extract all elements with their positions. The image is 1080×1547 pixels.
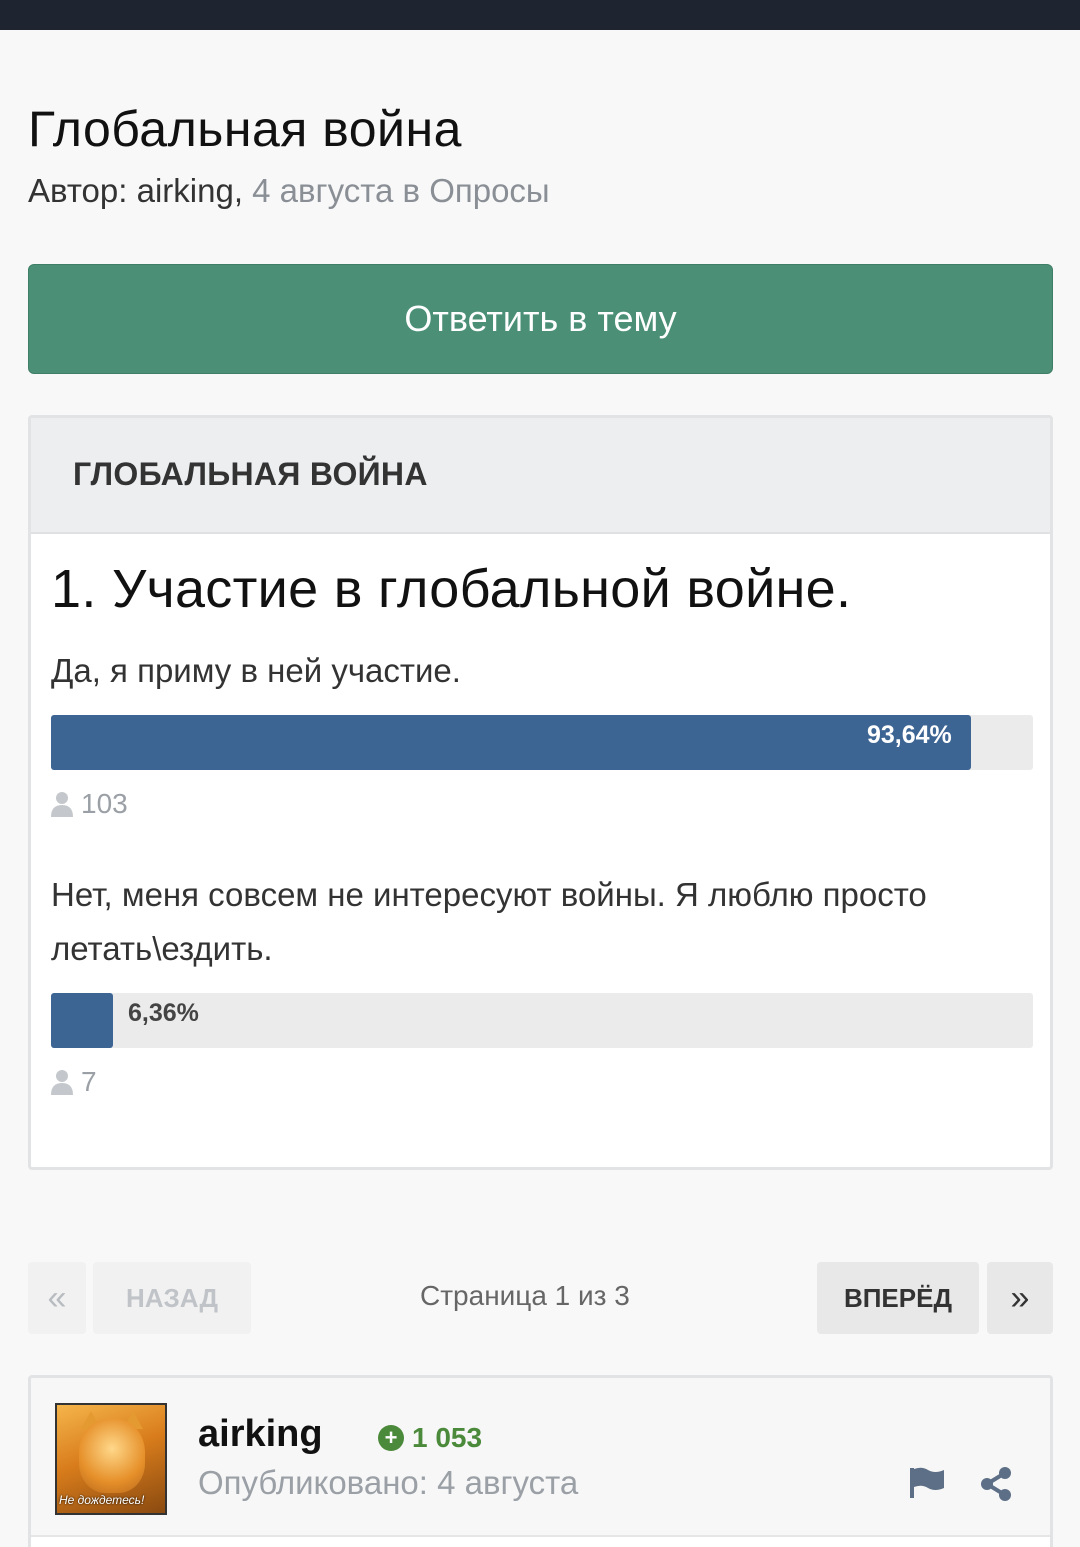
next-page-button[interactable]: ВПЕРЁД bbox=[817, 1262, 979, 1334]
post-date: Опубликовано: 4 августа bbox=[198, 1464, 579, 1501]
reputation-value: 1 053 bbox=[412, 1422, 483, 1453]
reputation-badge: + 1 053 bbox=[378, 1422, 482, 1454]
post-card: Не дождетесь! airking + 1 053 Опубликова… bbox=[28, 1375, 1053, 1547]
post-author[interactable]: airking bbox=[198, 1413, 323, 1456]
plus-circle-icon: + bbox=[378, 1425, 404, 1451]
poll-answer-text: Да, я приму в ней участие. bbox=[51, 652, 461, 689]
share-icon[interactable] bbox=[978, 1466, 1014, 1502]
page-indicator: Страница 1 из 3 bbox=[420, 1280, 630, 1311]
poll-bar-track: 6,36% bbox=[51, 993, 1033, 1048]
poll-header: ГЛОБАЛЬНАЯ ВОЙНА bbox=[31, 418, 1050, 534]
top-status-bar bbox=[0, 0, 1080, 30]
post-body bbox=[31, 1537, 1050, 1547]
poll-title: ГЛОБАЛЬНАЯ ВОЙНА bbox=[73, 456, 428, 492]
poll-box: ГЛОБАЛЬНАЯ ВОЙНА 1. Участие в глобальной… bbox=[28, 415, 1053, 1170]
page-title: Глобальная война bbox=[28, 101, 462, 157]
reply-button[interactable]: Ответить в тему bbox=[28, 264, 1053, 374]
double-chevron-right-icon[interactable]: » bbox=[987, 1262, 1053, 1334]
poll-vote-count: 7 bbox=[51, 1066, 97, 1098]
poll-bar-fill bbox=[51, 993, 113, 1048]
user-icon bbox=[51, 792, 73, 817]
flag-icon[interactable] bbox=[908, 1466, 946, 1500]
poll-bar-track: 93,64% bbox=[51, 715, 1033, 770]
avatar[interactable]: Не дождетесь! bbox=[55, 1403, 167, 1515]
user-icon bbox=[51, 1070, 73, 1095]
avatar-cat-image bbox=[79, 1419, 145, 1493]
poll-answer-text: Нет, меня совсем не интересуют войны. Я … bbox=[51, 876, 927, 967]
vote-count-value: 7 bbox=[81, 1066, 97, 1097]
poll-bar-percent: 6,36% bbox=[128, 999, 199, 1027]
byline-author[interactable]: Автор: airking, bbox=[28, 172, 243, 209]
poll-bar-fill bbox=[51, 715, 971, 770]
byline-date-category[interactable]: 4 августа в Опросы bbox=[252, 172, 550, 209]
prev-page-button[interactable]: НАЗАД bbox=[93, 1262, 251, 1334]
poll-bar-percent: 93,64% bbox=[867, 721, 952, 749]
avatar-caption: Не дождетесь! bbox=[59, 1493, 145, 1507]
topic-byline: Автор: airking, 4 августа в Опросы bbox=[28, 172, 550, 210]
vote-count-value: 103 bbox=[81, 788, 128, 819]
double-chevron-left-icon[interactable]: « bbox=[28, 1262, 86, 1334]
poll-vote-count: 103 bbox=[51, 788, 128, 820]
poll-question: 1. Участие в глобальной войне. bbox=[51, 559, 852, 619]
